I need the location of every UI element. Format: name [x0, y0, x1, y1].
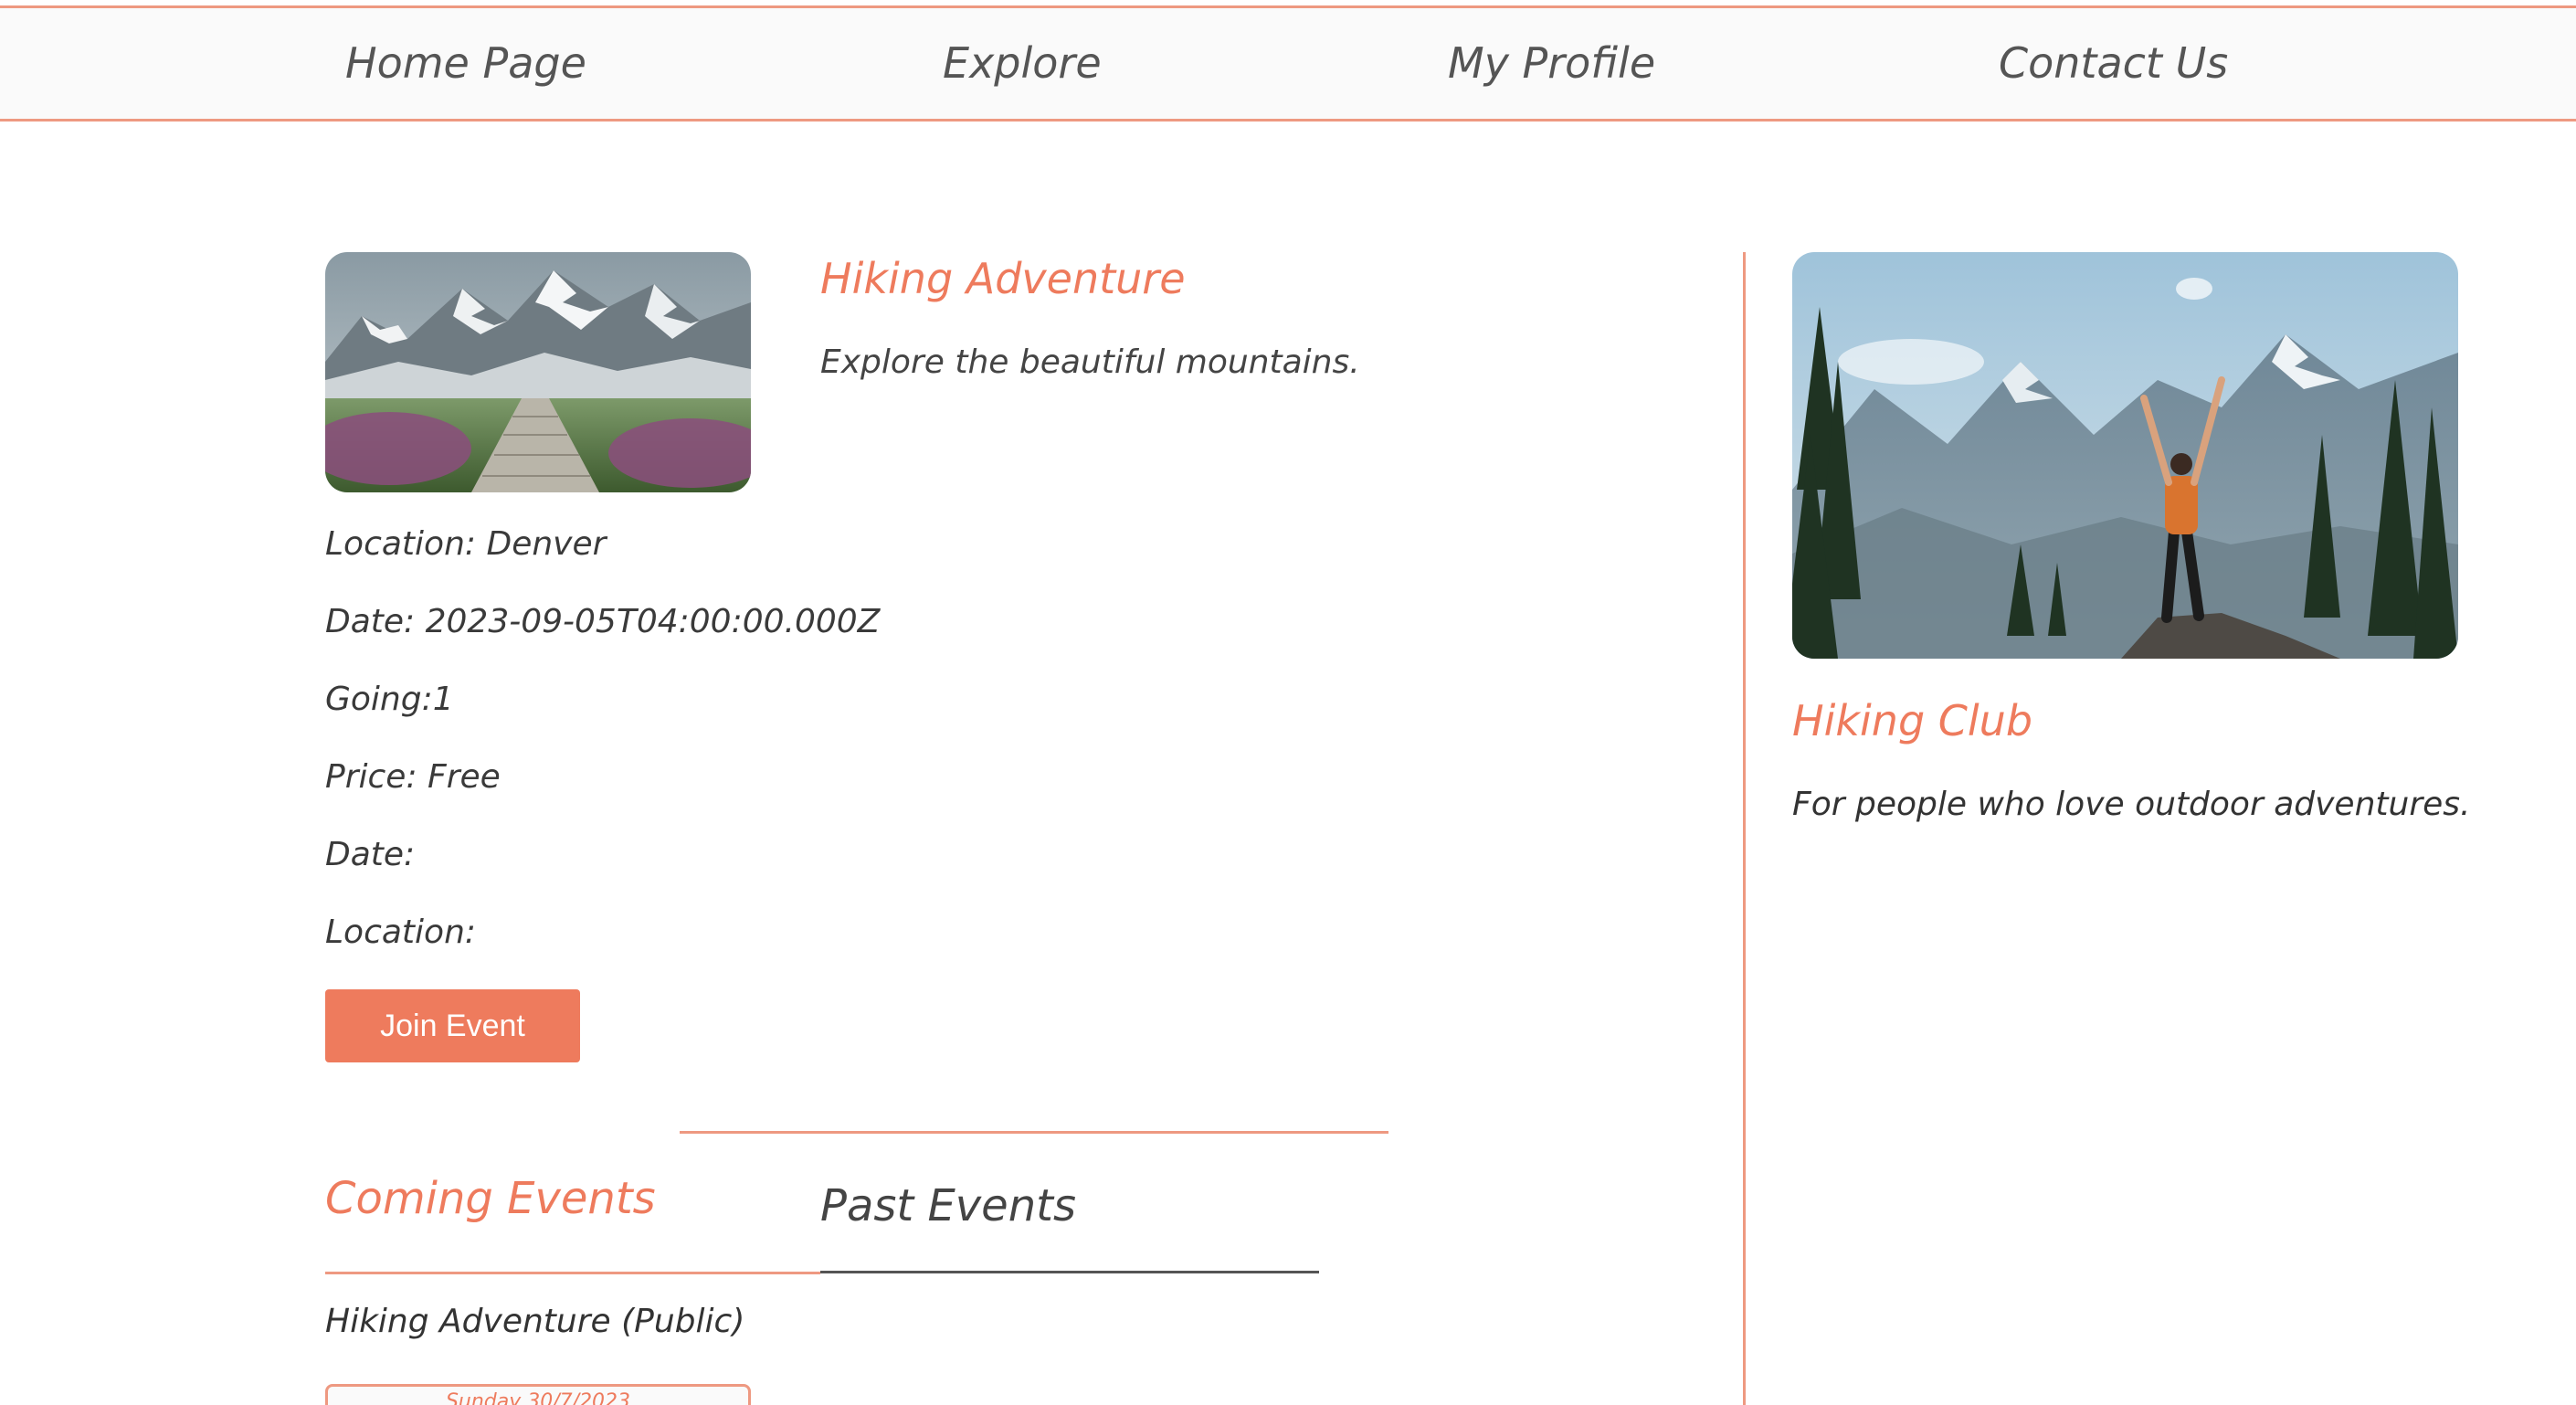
event-date-secondary: Date: [325, 836, 416, 873]
nav-profile-link[interactable]: My Profile [1448, 8, 1655, 119]
nav-home-link[interactable]: Home Page [345, 8, 586, 119]
tab-past-events[interactable]: Past Events [820, 1180, 1076, 1231]
event-location-secondary: Location: [325, 914, 477, 951]
club-title: Hiking Club [1792, 696, 2033, 745]
tab-coming-underline [325, 1272, 820, 1274]
tab-past-underline [820, 1271, 1319, 1273]
column-divider [1743, 252, 1746, 1405]
list-item[interactable]: Hiking Adventure (Public) [325, 1303, 744, 1340]
join-event-button[interactable]: Join Event [325, 989, 580, 1062]
club-image [1792, 252, 2458, 659]
nav-explore-link[interactable]: Explore [943, 8, 1102, 119]
event-date: Date: 2023-09-05T04:00:00.000Z [325, 603, 881, 640]
top-navigation: Home Page Explore My Profile Contact Us [0, 5, 2576, 121]
tab-coming-events[interactable]: Coming Events [325, 1173, 656, 1224]
event-going-count: Going:1 [325, 681, 454, 718]
section-divider [680, 1131, 1388, 1134]
nav-contact-link[interactable]: Contact Us [1999, 8, 2228, 119]
event-description: Explore the beautiful mountains. [820, 343, 1360, 381]
event-title: Hiking Adventure [820, 254, 1186, 303]
club-description: For people who love outdoor adventures. [1792, 786, 2471, 823]
event-date-chip: Sunday 30/7/2023 [325, 1384, 751, 1405]
event-location: Location: Denver [325, 525, 607, 563]
event-image [325, 252, 751, 492]
event-price: Price: Free [325, 758, 501, 796]
